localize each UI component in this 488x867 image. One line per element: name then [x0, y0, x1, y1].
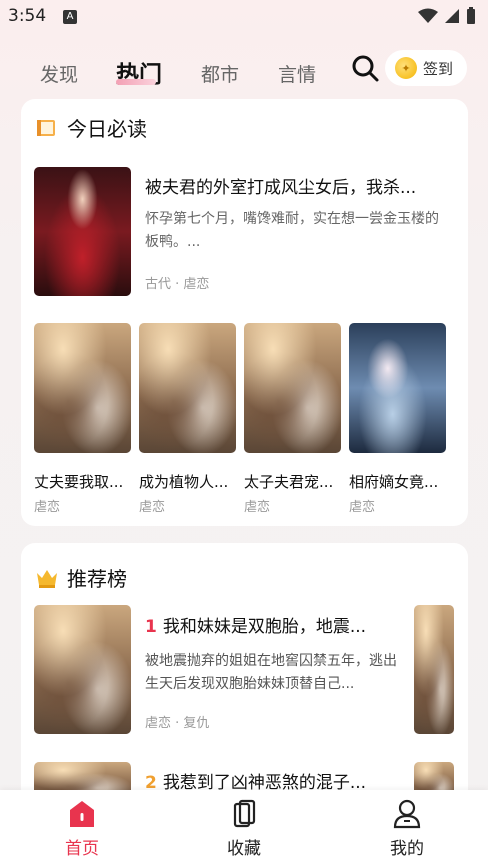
tab-discover[interactable]: 发现 — [40, 60, 78, 87]
rank-title-text: 我和妹妹是双胞胎，地震... — [162, 617, 367, 637]
today-header: 今日必读 — [35, 113, 147, 142]
nav-profile[interactable]: 我的 — [367, 798, 447, 859]
book-title[interactable]: 太子夫君宠... — [244, 471, 342, 492]
status-time: 3:54 — [8, 6, 47, 26]
nav-favorites[interactable]: 收藏 — [204, 798, 284, 859]
featured-title[interactable]: 被夫君的外室打成风尘女后，我杀... — [145, 173, 450, 198]
rank-number: 1 — [145, 617, 157, 637]
crown-icon — [37, 569, 57, 588]
featured-desc: 怀孕第七个月，嘴馋难耐，实在想一尝金玉楼的板鸭。... — [145, 211, 439, 250]
bookshelf-icon — [233, 799, 256, 828]
coin-icon: ✦ — [395, 57, 417, 79]
nav-home-label: 首页 — [65, 839, 99, 859]
book-cover[interactable] — [34, 323, 131, 453]
rank-item-title[interactable]: 1 我和妹妹是双胞胎，地震... — [145, 612, 395, 637]
book-icon — [37, 119, 55, 136]
active-tab-indicator — [116, 79, 156, 85]
signin-label: 签到 — [423, 59, 454, 78]
book-tag: 虐恋 — [349, 500, 376, 515]
search-icon — [352, 55, 379, 82]
today-title: 今日必读 — [67, 117, 147, 141]
rank-item-tags: 虐恋 · 复仇 — [145, 716, 210, 731]
book-tag: 虐恋 — [244, 500, 271, 515]
nav-profile-label: 我的 — [390, 839, 424, 859]
ranking-header: 推荐榜 — [35, 563, 127, 592]
wifi-icon — [418, 8, 438, 23]
bottom-nav: 首页 收藏 我的 — [0, 790, 488, 867]
search-button[interactable] — [350, 53, 380, 83]
book-tag: 虐恋 — [34, 500, 61, 515]
rank-item-desc: 被地震抛弃的姐姐在地窖囚禁五年，逃出生天后发现双胞胎妹妹顶替自己... — [145, 653, 397, 692]
user-icon — [393, 799, 421, 829]
rank-cover[interactable] — [34, 605, 131, 734]
book-title[interactable]: 成为植物人... — [139, 471, 237, 492]
ranking-title: 推荐榜 — [67, 567, 127, 591]
notification-icon: A — [63, 10, 77, 24]
book-title[interactable]: 相府嫡女竟... — [349, 471, 447, 492]
rank-cover-peek[interactable] — [414, 605, 454, 734]
book-tag: 虐恋 — [139, 500, 166, 515]
signal-icon — [445, 9, 459, 23]
book-title[interactable]: 丈夫要我取... — [34, 471, 132, 492]
featured-cover[interactable] — [34, 167, 131, 296]
signin-button[interactable]: ✦ 签到 — [385, 50, 467, 86]
battery-icon — [467, 7, 475, 24]
tab-romance[interactable]: 言情 — [278, 60, 316, 87]
tab-urban[interactable]: 都市 — [201, 60, 239, 87]
status-bar: 3:54 A — [0, 0, 488, 36]
book-cover[interactable] — [349, 323, 446, 453]
book-cover[interactable] — [139, 323, 236, 453]
today-card: 今日必读 — [21, 99, 468, 526]
nav-favorites-label: 收藏 — [227, 839, 261, 859]
book-cover[interactable] — [244, 323, 341, 453]
featured-tags: 古代 · 虐恋 — [145, 277, 210, 292]
nav-home[interactable]: 首页 — [42, 798, 122, 859]
home-icon — [70, 801, 94, 827]
status-indicators — [418, 7, 476, 25]
